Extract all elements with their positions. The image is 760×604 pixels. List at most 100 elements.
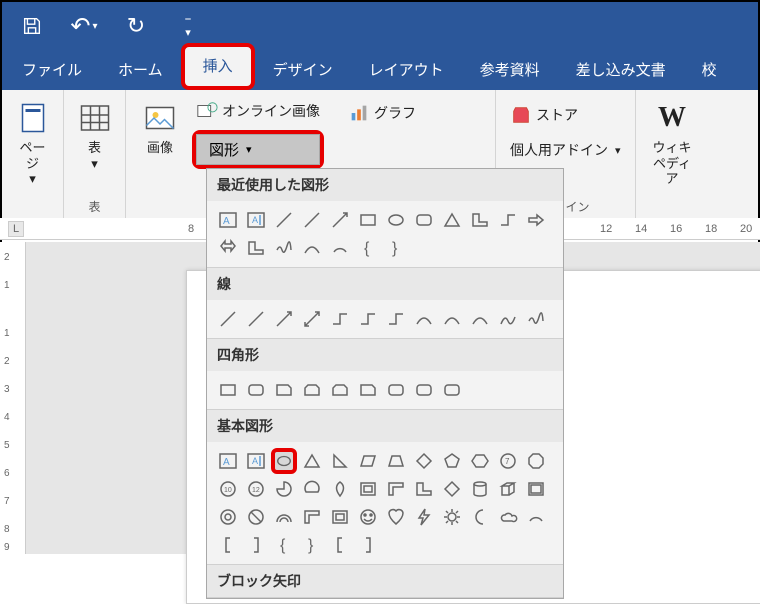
shape-elbow[interactable] (383, 306, 409, 332)
shape-rtri[interactable] (327, 448, 353, 474)
shape-cube[interactable] (495, 476, 521, 502)
tab-insert[interactable]: 挿入 (181, 43, 255, 90)
shape-block[interactable] (271, 504, 297, 530)
shapes-button[interactable]: 図形▾ (196, 134, 320, 165)
shape-hex[interactable] (467, 448, 493, 474)
shape-lframe[interactable] (383, 476, 409, 502)
shape-rbrkt[interactable] (355, 532, 381, 558)
tab-review[interactable]: 校 (684, 51, 735, 90)
shape-bolt[interactable] (411, 504, 437, 530)
shape-rbrace[interactable]: } (299, 532, 325, 558)
shape-vtext[interactable]: A (243, 448, 269, 474)
shape-scribble[interactable] (523, 306, 549, 332)
shape-heart[interactable] (383, 504, 409, 530)
shape-sun[interactable] (439, 504, 465, 530)
shape-rect[interactable] (355, 207, 381, 233)
table-button[interactable]: 表▾ (71, 96, 119, 175)
shape-lshape[interactable] (411, 476, 437, 502)
shape-rrect[interactable] (383, 377, 409, 403)
shape-snip1[interactable] (355, 377, 381, 403)
shape-frame[interactable] (355, 476, 381, 502)
shape-diam[interactable] (439, 476, 465, 502)
shape-lbrkt[interactable] (215, 532, 241, 558)
shape-elbow[interactable] (495, 207, 521, 233)
chart-button[interactable]: グラフ (344, 100, 420, 126)
shape-rrect[interactable] (411, 207, 437, 233)
shape-lshape[interactable] (243, 235, 269, 261)
shape-curve[interactable] (411, 306, 437, 332)
shape-lbrace[interactable]: { (271, 532, 297, 558)
tab-references[interactable]: 参考資料 (462, 51, 558, 90)
shape-rrect[interactable] (439, 377, 465, 403)
pages-button[interactable]: ページ▾ (9, 96, 57, 191)
shape-curve[interactable] (439, 306, 465, 332)
shape-donut[interactable] (215, 504, 241, 530)
shape-arrow[interactable] (271, 306, 297, 332)
my-addins-button[interactable]: 個人用アドイン▾ (506, 138, 625, 162)
wikipedia-button[interactable]: W ウィキペディア (646, 96, 698, 191)
undo-icon[interactable]: ↶▾ (68, 10, 100, 42)
customize-qat-icon[interactable]: ⎯▾ (172, 10, 204, 42)
shape-elbow[interactable] (327, 306, 353, 332)
shape-moon[interactable] (467, 504, 493, 530)
shape-tri[interactable] (439, 207, 465, 233)
shape-bevel[interactable] (523, 476, 549, 502)
shape-line[interactable] (271, 207, 297, 233)
tab-layout[interactable]: レイアウト (351, 51, 462, 90)
shape-lshape[interactable] (467, 207, 493, 233)
shape-arc[interactable] (523, 504, 549, 530)
store-button[interactable]: ストア (506, 102, 625, 128)
shape-snip2[interactable] (327, 377, 353, 403)
shape-rect[interactable] (215, 377, 241, 403)
shape-smile[interactable] (355, 504, 381, 530)
shape-chord[interactable] (299, 476, 325, 502)
shape-scribble[interactable] (271, 235, 297, 261)
shape-elbow[interactable] (355, 306, 381, 332)
shape-lbrace[interactable]: { (355, 235, 381, 261)
shape-pie[interactable] (271, 476, 297, 502)
shape-trap[interactable] (383, 448, 409, 474)
shape-line[interactable] (215, 306, 241, 332)
shape-cloud[interactable] (495, 504, 521, 530)
shape-line[interactable] (299, 207, 325, 233)
shape-rbrkt[interactable] (243, 532, 269, 558)
shape-curve[interactable] (299, 235, 325, 261)
shape-dodec[interactable]: 12 (243, 476, 269, 502)
shape-rbrace[interactable]: } (383, 235, 409, 261)
shape-can[interactable] (467, 476, 493, 502)
shape-darrow[interactable] (299, 306, 325, 332)
shape-rarrowblk[interactable] (523, 207, 549, 233)
shape-diam[interactable] (411, 448, 437, 474)
online-pictures-button[interactable]: オンライン画像 (192, 98, 324, 124)
shape-para[interactable] (355, 448, 381, 474)
shape-corner[interactable] (299, 504, 325, 530)
shape-tear[interactable] (327, 476, 353, 502)
shape-line[interactable] (243, 306, 269, 332)
shape-rrect[interactable] (411, 377, 437, 403)
redo-icon[interactable]: ↻ (120, 10, 152, 42)
shape-oval[interactable] (383, 207, 409, 233)
pictures-button[interactable]: 画像 (136, 96, 184, 160)
shape-rrect[interactable] (243, 377, 269, 403)
shape-oval[interactable] (271, 448, 297, 474)
shape-arrow[interactable] (327, 207, 353, 233)
tab-mailings[interactable]: 差し込み文書 (558, 51, 684, 90)
shape-textbox[interactable]: A (215, 448, 241, 474)
shape-vtext[interactable]: A (243, 207, 269, 233)
shape-oct[interactable] (523, 448, 549, 474)
shape-lbrkt[interactable] (327, 532, 353, 558)
shape-hept[interactable]: 7 (495, 448, 521, 474)
shape-snip2[interactable] (299, 377, 325, 403)
tab-home[interactable]: ホーム (100, 51, 181, 90)
shape-noentry[interactable] (243, 504, 269, 530)
shape-darrowblk[interactable] (215, 235, 241, 261)
shape-freeform[interactable] (495, 306, 521, 332)
shape-arc[interactable] (327, 235, 353, 261)
shape-curve[interactable] (467, 306, 493, 332)
shape-snip1[interactable] (271, 377, 297, 403)
tab-design[interactable]: デザイン (255, 51, 351, 90)
save-icon[interactable] (16, 10, 48, 42)
shape-dec[interactable]: 10 (215, 476, 241, 502)
shape-pent[interactable] (439, 448, 465, 474)
tab-file[interactable]: ファイル (4, 51, 100, 90)
